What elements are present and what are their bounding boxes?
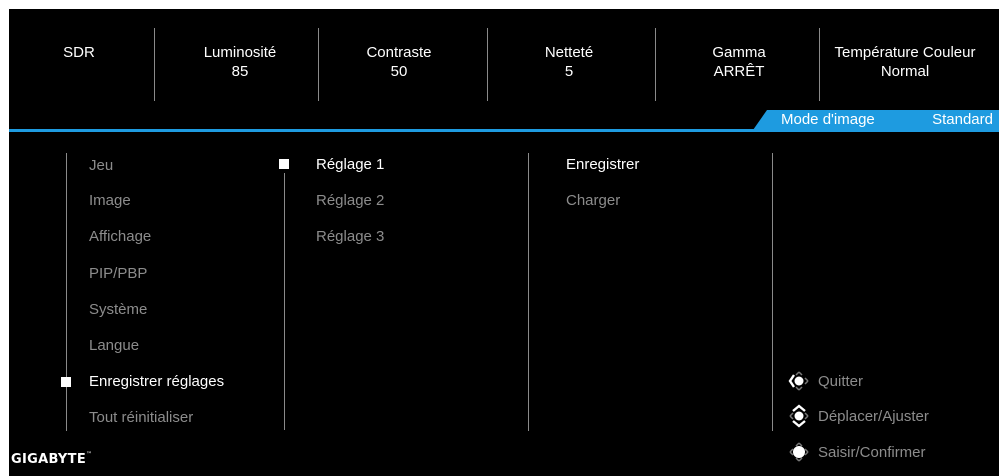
status-divider [318,28,319,101]
color-temp-value: Normal [880,63,930,80]
contrast-value: 50 [390,63,408,80]
picture-mode-label: Mode d'image [781,111,875,128]
gigabyte-logo: GIGABYTE™ [11,451,93,467]
brightness-label: Luminosité [203,44,277,61]
picture-mode-tab: Mode d'image Standard [753,110,999,130]
sdr-indicator: SDR [59,43,99,62]
joystick-updown-icon [789,404,809,428]
gamma-value: ARRÊT [713,63,765,80]
logo-text: GIGABYTE [11,452,86,467]
menu-item-display[interactable]: Affichage [89,227,151,246]
menu-divider [66,153,67,431]
gamma-label: Gamma [712,44,766,61]
sharpness-value: 5 [564,63,574,80]
actions-divider [528,153,529,431]
submenu-divider [284,173,285,430]
options-divider [772,153,773,431]
selection-marker [61,377,71,387]
menu-item-language[interactable]: Langue [89,336,139,355]
submenu-item-setting-1[interactable]: Réglage 1 [316,155,384,174]
status-divider [487,28,488,101]
menu-item-game[interactable]: Jeu [89,156,113,175]
hint-move-adjust-label: Déplacer/Ajuster [818,408,929,425]
hint-enter-confirm-label: Saisir/Confirmer [818,444,926,461]
menu-item-system[interactable]: Système [89,300,147,319]
status-divider [655,28,656,101]
sharpness-indicator: Netteté 5 [499,43,639,81]
picture-mode-value: Standard [932,111,993,128]
contrast-label: Contraste [366,44,432,61]
osd-menu: SDR Luminosité 85 Contraste 50 Netteté 5… [9,9,999,476]
submenu-item-setting-2[interactable]: Réglage 2 [316,191,384,210]
menu-item-reset-all[interactable]: Tout réinitialiser [89,408,193,427]
gamma-indicator: Gamma ARRÊT [669,43,809,81]
action-save[interactable]: Enregistrer [566,155,639,174]
submenu-item-setting-3[interactable]: Réglage 3 [316,227,384,246]
header-separator [9,129,999,132]
color-temp-label: Température Couleur [834,44,976,61]
trademark-symbol: ™ [86,451,93,458]
joystick-press-icon [789,442,809,462]
status-divider [154,28,155,101]
action-load[interactable]: Charger [566,191,620,210]
sharpness-label: Netteté [544,44,594,61]
status-bar: SDR Luminosité 85 Contraste 50 Netteté 5… [9,9,999,119]
selection-marker [279,159,289,169]
brightness-indicator: Luminosité 85 [175,43,305,81]
menu-item-pip-pbp[interactable]: PIP/PBP [89,264,147,283]
sdr-label: SDR [63,44,95,61]
brightness-value: 85 [231,63,249,80]
menu-item-picture[interactable]: Image [89,191,131,210]
hint-exit-label: Quitter [818,373,864,390]
color-temp-indicator: Température Couleur Normal [820,43,990,81]
menu-item-save-settings[interactable]: Enregistrer réglages [89,372,224,391]
joystick-left-icon [788,371,809,391]
contrast-indicator: Contraste 50 [324,43,474,81]
